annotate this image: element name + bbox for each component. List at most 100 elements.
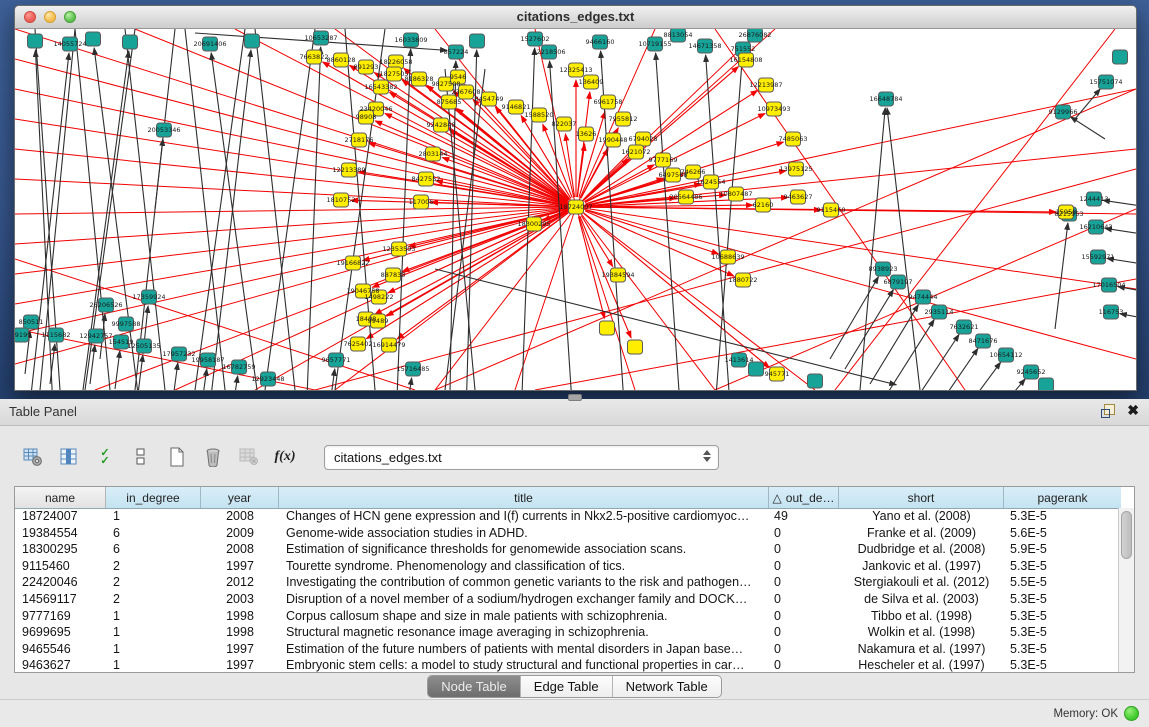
graph-node[interactable] <box>808 374 823 388</box>
table-cell[interactable]: 1 <box>106 641 201 658</box>
table-cell[interactable]: 5.3E-5 <box>1004 508 1106 525</box>
window-titlebar[interactable]: citations_edges.txt <box>15 6 1136 29</box>
table-cell[interactable]: 18724007 <box>15 508 106 525</box>
table-cell[interactable]: 5.5E-5 <box>1004 574 1106 591</box>
table-cell[interactable]: Stergiakouli et al. (2012) <box>839 574 1004 591</box>
table-row[interactable]: 1872400712008Changes of HCN gene express… <box>15 508 1119 525</box>
node-table[interactable]: name in_degree year title △out_de… short… <box>14 486 1135 673</box>
table-cell[interactable]: 2 <box>106 574 201 591</box>
column-header-pagerank[interactable]: pagerank <box>1004 487 1121 508</box>
table-cell[interactable]: 2003 <box>201 591 279 608</box>
table-cell[interactable]: 1998 <box>201 608 279 625</box>
delete-column-button[interactable] <box>200 444 226 470</box>
table-cell[interactable]: Jankovic et al. (1997) <box>839 558 1004 575</box>
tab-edge-table[interactable]: Edge Table <box>521 676 613 697</box>
table-cell[interactable]: Changes of HCN gene expression and I(f) … <box>279 508 769 525</box>
table-row[interactable]: 977716911998Corpus callosum shape and si… <box>15 608 1119 625</box>
column-header-out-degree[interactable]: △out_de… <box>769 487 839 508</box>
table-cell[interactable]: 1997 <box>201 657 279 673</box>
graph-node[interactable] <box>628 340 643 354</box>
graph-node[interactable] <box>749 362 764 376</box>
table-cell[interactable]: de Silva et al. (2003) <box>839 591 1004 608</box>
table-cell[interactable]: 0 <box>769 657 839 673</box>
table-scrollbar[interactable] <box>1118 508 1134 672</box>
table-cell[interactable]: 2009 <box>201 525 279 542</box>
table-cell[interactable]: 9463627 <box>15 657 106 673</box>
table-cell[interactable]: Tibbo et al. (1998) <box>839 608 1004 625</box>
table-cell[interactable]: 6 <box>106 541 201 558</box>
table-cell[interactable]: Investigating the contribution of common… <box>279 574 769 591</box>
table-settings-button[interactable] <box>20 444 46 470</box>
table-cell[interactable]: Genome-wide association studies in ADHD. <box>279 525 769 542</box>
table-cell[interactable]: 5.3E-5 <box>1004 558 1106 575</box>
table-cell[interactable]: 1 <box>106 608 201 625</box>
table-cell[interactable]: 0 <box>769 641 839 658</box>
table-row[interactable]: 969969511998Structural magnetic resonanc… <box>15 624 1119 641</box>
table-cell[interactable]: 0 <box>769 624 839 641</box>
network-view-window[interactable]: citations_edges.txt 14055724206914061065… <box>14 5 1137 391</box>
delete-table-button[interactable] <box>236 444 262 470</box>
float-panel-icon[interactable] <box>1101 404 1114 417</box>
table-cell[interactable]: 14569117 <box>15 591 106 608</box>
table-cell[interactable]: 22420046 <box>15 574 106 591</box>
column-header-year[interactable]: year <box>201 487 279 508</box>
graph-node[interactable] <box>245 34 260 48</box>
table-cell[interactable]: 2 <box>106 591 201 608</box>
table-cell[interactable]: 2012 <box>201 574 279 591</box>
table-cell[interactable]: 1997 <box>201 641 279 658</box>
table-cell[interactable]: 5.6E-5 <box>1004 525 1106 542</box>
select-column-button[interactable] <box>56 444 82 470</box>
memory-ok-indicator[interactable] <box>1124 706 1139 721</box>
graph-node[interactable] <box>123 35 138 49</box>
table-select-dropdown[interactable]: citations_edges.txt <box>324 445 719 470</box>
table-cell[interactable]: 2 <box>106 558 201 575</box>
table-cell[interactable]: Structural magnetic resonance image aver… <box>279 624 769 641</box>
table-cell[interactable]: 19384554 <box>15 525 106 542</box>
table-cell[interactable]: 1 <box>106 657 201 673</box>
function-builder-button[interactable]: f(x) <box>272 444 298 470</box>
table-cell[interactable]: 18300295 <box>15 541 106 558</box>
graph-node[interactable] <box>86 32 101 46</box>
table-cell[interactable]: 0 <box>769 541 839 558</box>
column-header-short[interactable]: short <box>839 487 1004 508</box>
scrollbar-thumb[interactable] <box>1121 511 1132 559</box>
table-row[interactable]: 1830029562008Estimation of significance … <box>15 541 1119 558</box>
table-row[interactable]: 911546021997Tourette syndrome. Phenomeno… <box>15 558 1119 575</box>
table-cell[interactable]: 49 <box>769 508 839 525</box>
table-row[interactable]: 946362711997Embryonic stem cells: a mode… <box>15 657 1119 673</box>
network-graph[interactable]: 1405572420691406106532871603380985722415… <box>15 29 1136 390</box>
table-cell[interactable]: 5.3E-5 <box>1004 624 1106 641</box>
table-cell[interactable]: 5.3E-5 <box>1004 641 1106 658</box>
table-cell[interactable]: Estimation of the future numbers of pati… <box>279 641 769 658</box>
table-cell[interactable]: 6 <box>106 525 201 542</box>
table-row[interactable]: 1938455462009Genome-wide association stu… <box>15 525 1119 542</box>
table-cell[interactable]: 0 <box>769 591 839 608</box>
tab-network-table[interactable]: Network Table <box>613 676 721 697</box>
table-cell[interactable]: Franke et al. (2009) <box>839 525 1004 542</box>
table-cell[interactable]: 0 <box>769 608 839 625</box>
tab-node-table[interactable]: Node Table <box>428 676 521 697</box>
table-cell[interactable]: 5.3E-5 <box>1004 657 1106 673</box>
table-cell[interactable]: 1 <box>106 508 201 525</box>
graph-node[interactable] <box>1039 378 1054 390</box>
table-cell[interactable]: 1997 <box>201 558 279 575</box>
table-cell[interactable]: Dudbridge et al. (2008) <box>839 541 1004 558</box>
table-cell[interactable]: 2008 <box>201 541 279 558</box>
network-canvas[interactable]: 1405572420691406106532871603380985722415… <box>15 29 1136 390</box>
table-cell[interactable]: Nakamura et al. (1997) <box>839 641 1004 658</box>
table-cell[interactable]: 9465546 <box>15 641 106 658</box>
graph-node[interactable] <box>1113 50 1128 64</box>
column-header-name[interactable]: name <box>15 487 106 508</box>
table-cell[interactable]: Embryonic stem cells: a model to study s… <box>279 657 769 673</box>
row-height-button[interactable] <box>128 444 154 470</box>
selection-mode-button[interactable]: ✓✓ <box>92 444 118 470</box>
table-cell[interactable]: 0 <box>769 574 839 591</box>
table-cell[interactable]: 2008 <box>201 508 279 525</box>
table-body[interactable]: 1872400712008Changes of HCN gene express… <box>15 508 1119 672</box>
table-cell[interactable]: Yano et al. (2008) <box>839 508 1004 525</box>
table-cell[interactable]: Estimation of significance thresholds fo… <box>279 541 769 558</box>
table-cell[interactable]: Wolkin et al. (1998) <box>839 624 1004 641</box>
panel-splitter-handle[interactable] <box>568 394 582 401</box>
table-cell[interactable]: 9777169 <box>15 608 106 625</box>
table-cell[interactable]: 9115460 <box>15 558 106 575</box>
